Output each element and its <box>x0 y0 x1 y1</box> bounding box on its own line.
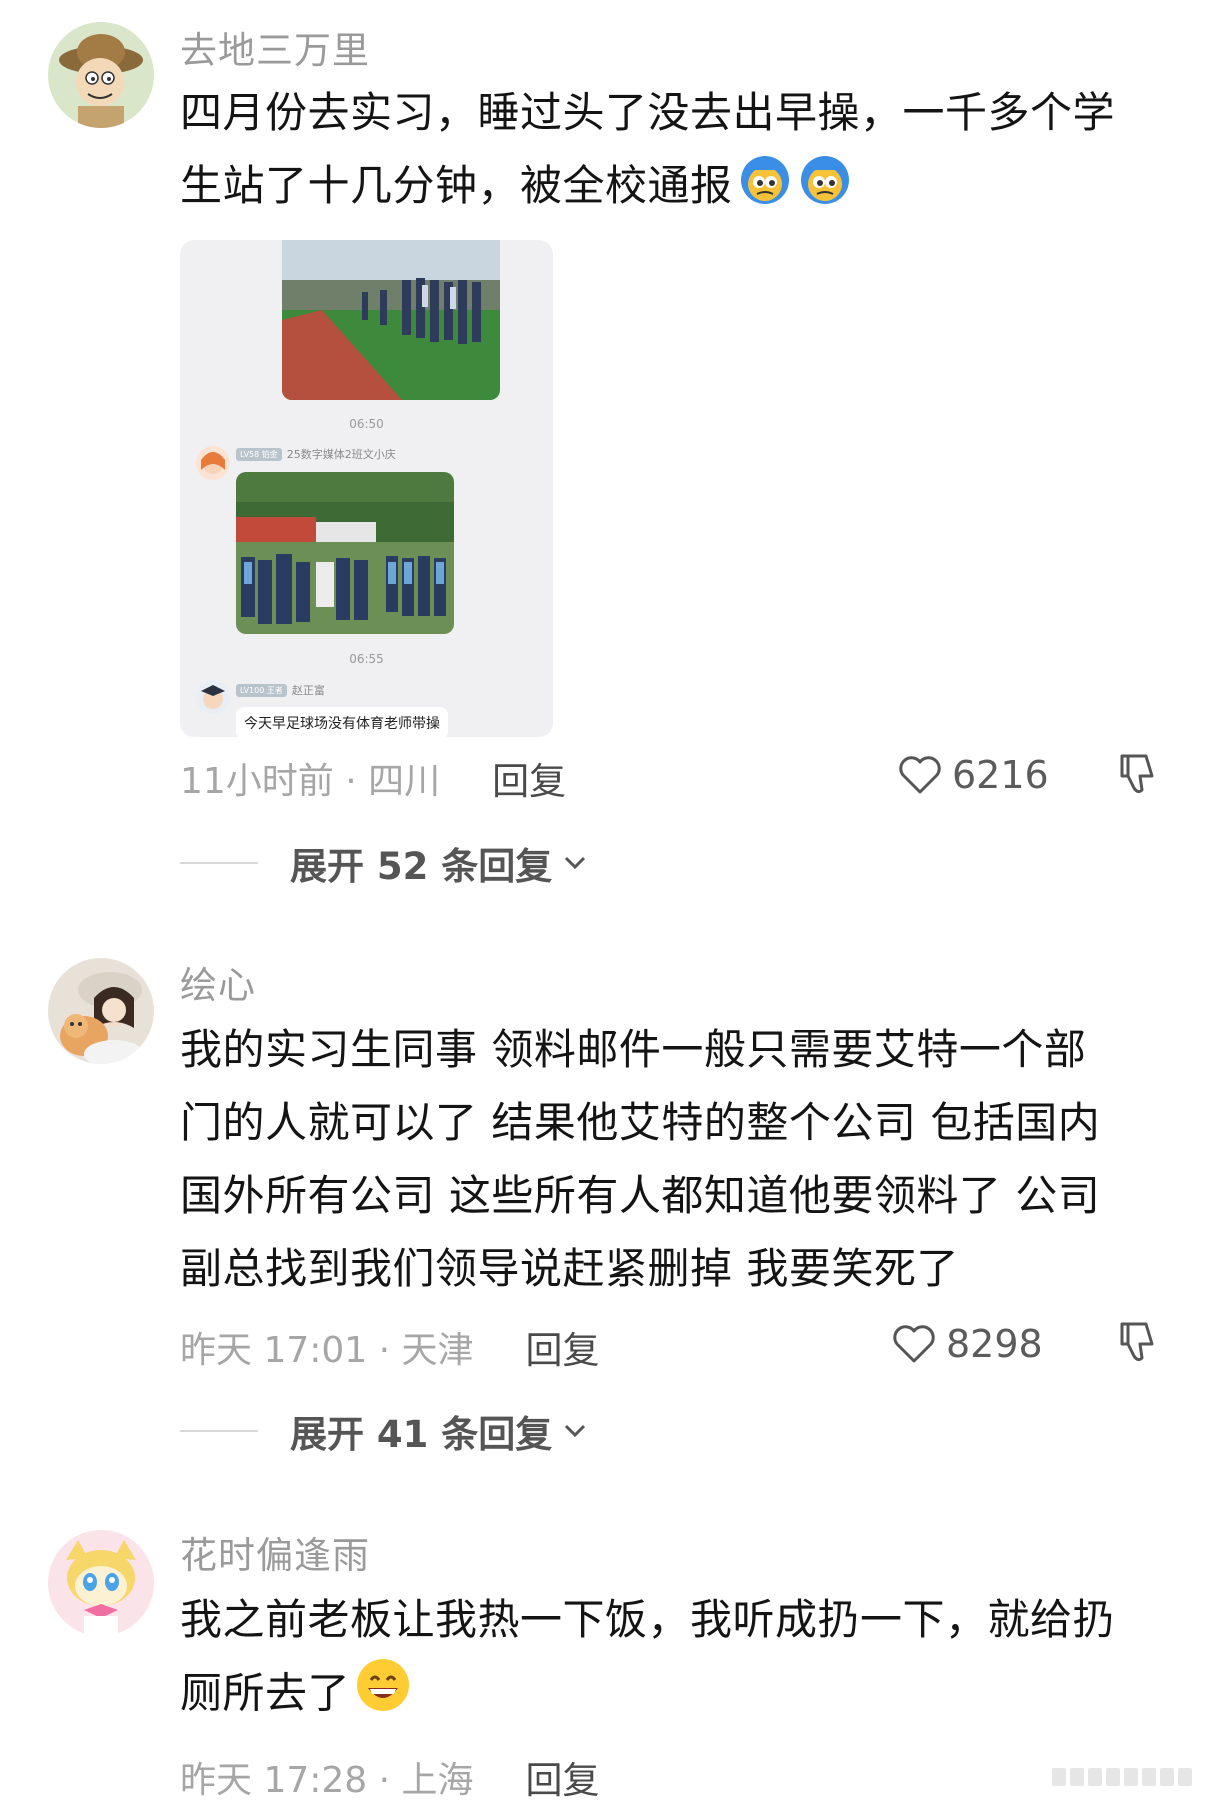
user-avatar[interactable] <box>48 958 154 1064</box>
username[interactable]: 花时偏逢雨 <box>180 1525 370 1579</box>
expand-replies-label: 展开 41 条回复 <box>290 1413 553 1456</box>
reply-button[interactable]: 回复 <box>526 1750 600 1804</box>
expand-replies-label: 展开 52 条回复 <box>290 845 553 888</box>
reply-button[interactable]: 回复 <box>526 1320 600 1374</box>
reply-button[interactable]: 回复 <box>492 751 566 805</box>
username[interactable]: 去地三万里 <box>180 20 370 74</box>
chat-message: 今天早足球场没有体育老师带操 <box>236 707 448 737</box>
comment-text: 四月份去实习，睡过头了没去出早操，一千多个学 生站了十几分钟，被全校通报 <box>180 76 1160 228</box>
chat-timestamp: 06:50 <box>349 417 384 431</box>
like-count: 6216 <box>952 753 1049 797</box>
username[interactable]: 绘心 <box>180 955 256 1009</box>
thumbs-down-icon <box>1120 1322 1154 1362</box>
comment-meta: 昨天 17:01 · 天津 回复 <box>180 1322 600 1372</box>
level-badge: LV100 王者 <box>236 683 287 697</box>
heart-icon <box>899 756 941 794</box>
expand-replies-button[interactable]: 展开 41 条回复 <box>180 1404 588 1458</box>
divider <box>180 1430 258 1432</box>
dizzy-face-emoji-icon <box>737 150 793 228</box>
like-count: 8298 <box>946 1322 1043 1366</box>
time-location: 昨天 17:01 · 天津 <box>180 1330 474 1371</box>
time-location: 11小时前 · 四川 <box>180 761 441 802</box>
chat-username: LV58 铂金 25数字媒体2班文小庆 <box>236 446 396 462</box>
level-badge: LV58 铂金 <box>236 447 282 461</box>
comment-image[interactable]: 06:50 LV58 铂金 25数字媒体2班文小庆 06:55 LV100 王者… <box>180 240 553 737</box>
comment-text: 我之前老板让我热一下饭，我听成扔一下，就给扔 厕所去了 <box>180 1583 1160 1736</box>
photo-assembly <box>236 472 454 634</box>
comment-text: 我的实习生同事 领料邮件一般只需要艾特一个部 门的人就可以了 结果他艾特的整个公… <box>180 1025 1101 1293</box>
chat-username: LV100 王者 赵正富 <box>236 682 325 698</box>
divider <box>180 862 258 864</box>
chat-avatar <box>196 446 230 480</box>
dizzy-face-emoji-icon <box>797 150 853 228</box>
dislike-button[interactable] <box>1116 1320 1158 1368</box>
time-location: 昨天 17:28 · 上海 <box>180 1760 474 1801</box>
photo-sports-field <box>282 240 500 400</box>
thumbs-down-icon <box>1120 754 1154 794</box>
like-button[interactable]: 6216 <box>898 753 1049 797</box>
expand-replies-button[interactable]: 展开 52 条回复 <box>180 836 588 890</box>
user-avatar[interactable] <box>48 22 154 128</box>
comment-meta: 11小时前 · 四川 回复 <box>180 753 566 803</box>
chevron-down-icon <box>565 1424 586 1438</box>
like-button[interactable]: 8298 <box>892 1322 1043 1366</box>
comment-meta: 昨天 17:28 · 上海 回复 <box>180 1752 600 1802</box>
chat-timestamp: 06:55 <box>349 652 384 666</box>
user-avatar[interactable] <box>48 1530 154 1636</box>
chevron-down-icon <box>565 856 586 870</box>
heart-icon <box>893 1325 935 1363</box>
watermark <box>1052 1768 1192 1786</box>
dislike-button[interactable] <box>1116 752 1158 800</box>
grinning-face-emoji-icon <box>354 1656 412 1736</box>
chat-avatar <box>196 680 230 714</box>
